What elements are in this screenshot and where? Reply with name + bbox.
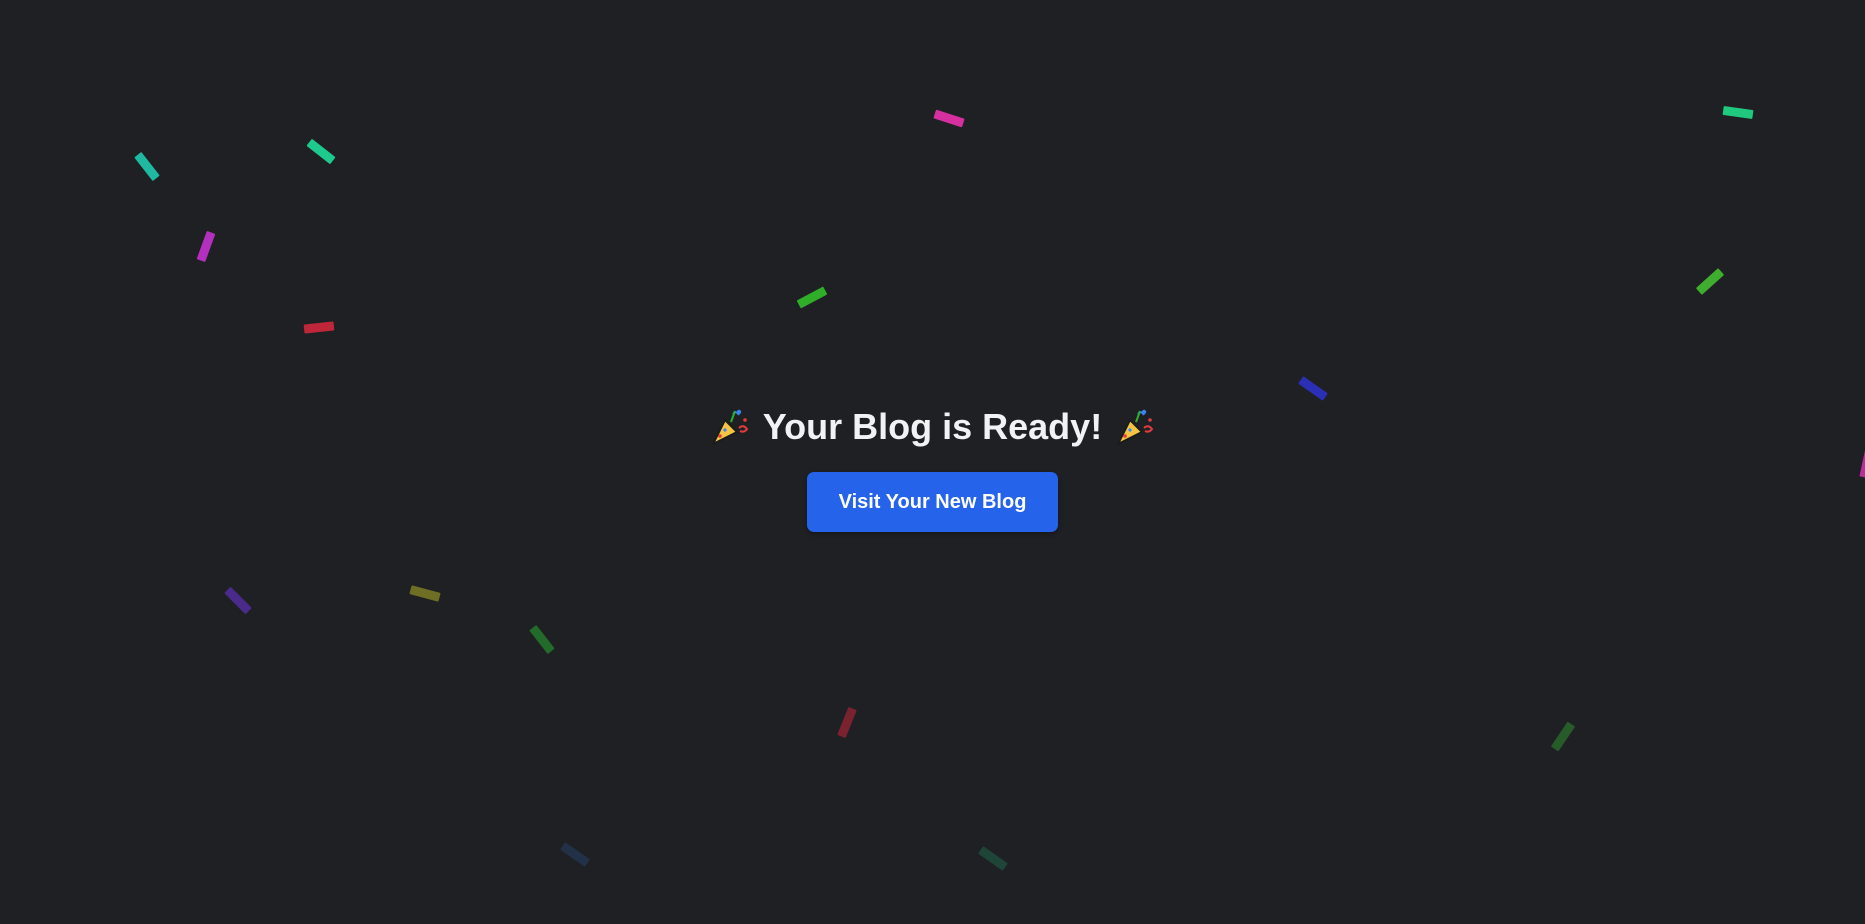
- confetti-piece: [409, 585, 441, 602]
- visit-blog-button[interactable]: Visit Your New Blog: [806, 472, 1059, 533]
- success-panel: Your Blog is Ready! Visit Your New Blog: [0, 405, 1865, 533]
- confetti-piece: [933, 109, 965, 128]
- confetti-piece: [306, 138, 336, 165]
- confetti-piece: [1695, 268, 1725, 295]
- confetti-piece: [1550, 721, 1576, 752]
- celebration-screen: Your Blog is Ready! Visit Your New Blog: [0, 0, 1865, 924]
- page-title: Your Blog is Ready!: [709, 405, 1156, 448]
- confetti-piece: [303, 321, 335, 334]
- confetti-piece: [796, 286, 828, 309]
- headline-text: Your Blog is Ready!: [762, 406, 1103, 447]
- confetti-piece: [837, 706, 857, 739]
- confetti-piece: [1298, 376, 1328, 401]
- party-popper-icon: [710, 409, 749, 446]
- confetti-piece: [529, 624, 555, 655]
- confetti-piece: [1722, 105, 1754, 120]
- confetti-piece: [560, 842, 590, 867]
- confetti-piece: [134, 151, 160, 182]
- confetti-piece: [224, 586, 252, 615]
- confetti-piece: [196, 230, 216, 263]
- confetti-piece: [978, 846, 1008, 871]
- party-popper-icon: [1115, 409, 1154, 446]
